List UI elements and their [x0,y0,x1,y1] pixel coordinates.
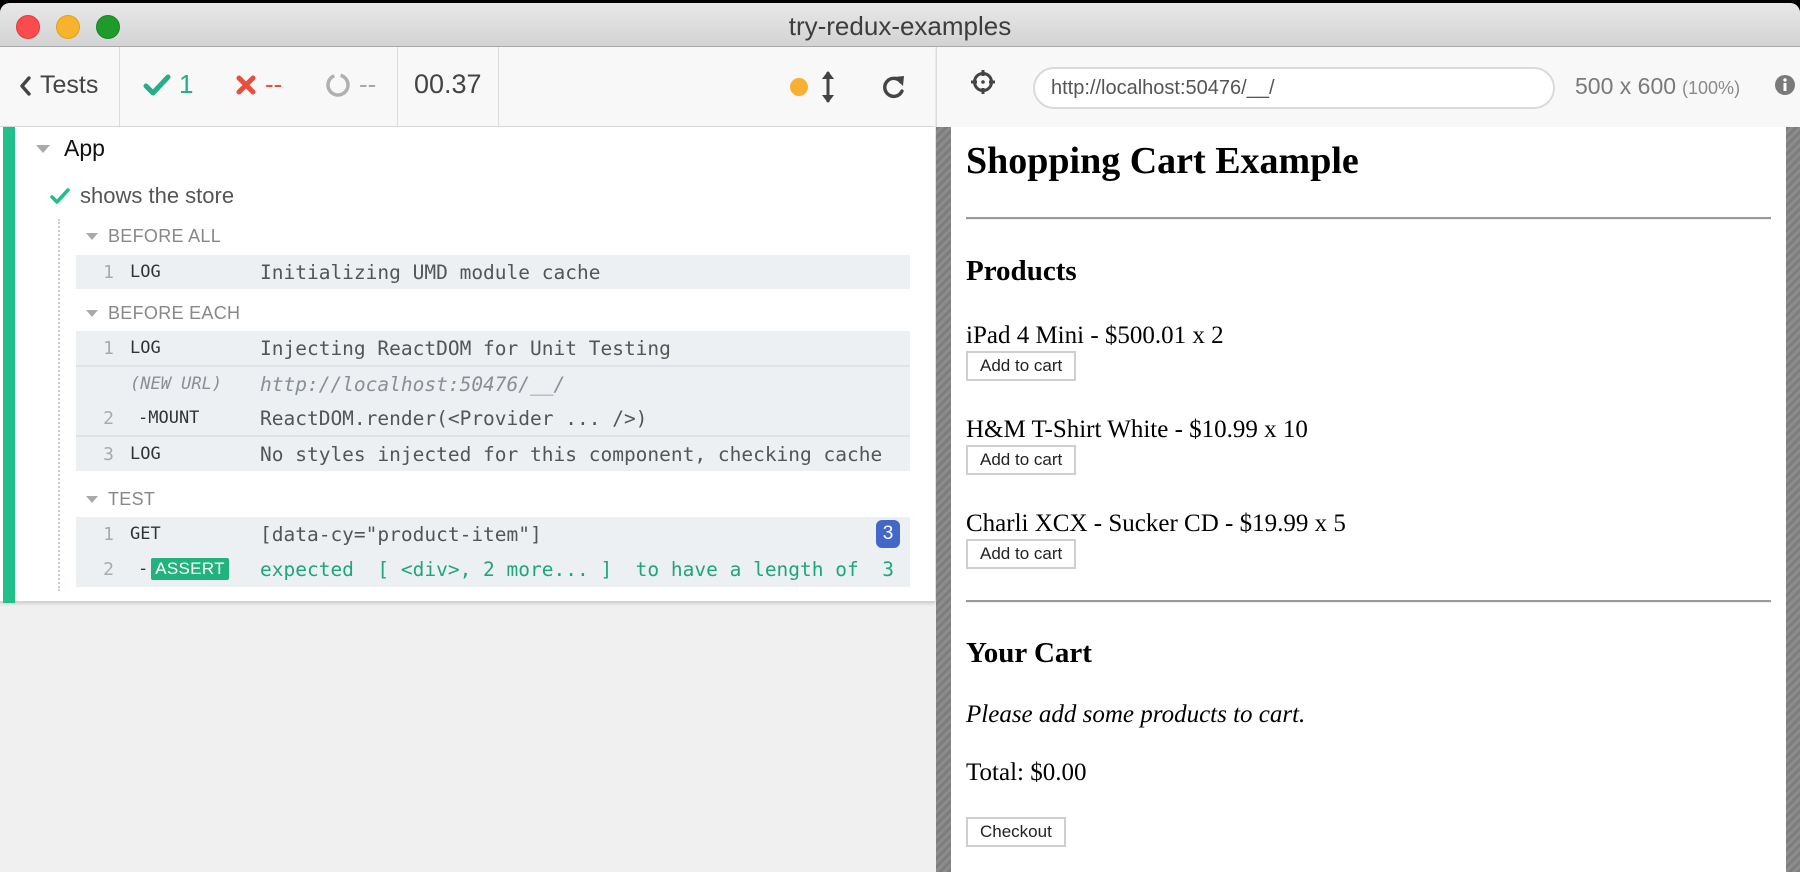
command-name: (NEW URL) [130,374,223,394]
passed-state-bar [3,127,15,603]
x-icon [236,75,256,94]
caret-down-icon [36,144,50,153]
command-row-assert[interactable]: 2 - ASSERT expected [ <div>, 2 more... ]… [76,551,910,587]
caret-down-icon [86,233,98,240]
product-item-label: Charli XCX - Sucker CD - $19.99 x 5 [966,510,1346,537]
product-item-label: iPad 4 Mini - $500.01 x 2 [966,322,1224,349]
suite-name: App [64,135,105,161]
command-message: http://localhost:50476/__/ [260,372,566,396]
command-name: LOG [130,262,161,282]
failed-stat: -- [235,69,282,100]
hook-before-all[interactable]: BEFORE ALL [86,226,221,247]
command-number: 1 [103,261,114,283]
duration: 00.37 [414,69,482,99]
suite-runnable: App shows the store BEFORE ALL 1 LOG Ini… [0,127,935,603]
command-name: - ASSERT [138,558,229,580]
add-to-cart-button[interactable]: Add to cart [966,351,1077,381]
product-item-label: H&M T-Shirt White - $10.99 x 10 [966,416,1308,443]
viewport-dimensions: 500 x 600 [1575,73,1677,99]
hook-title: TEST [108,489,156,509]
command-log: App shows the store BEFORE ALL 1 LOG Ini… [0,127,935,872]
passed-count: 1 [179,69,194,99]
command-number: 2 [103,407,114,429]
reload-icon[interactable] [880,72,908,102]
caret-down-icon [86,496,98,503]
app-window: try-redux-examples Tests 1 -- -- 00.37 h… [0,3,1800,872]
command-row[interactable]: 3 LOG No styles injected for this compon… [76,435,910,471]
element-count-badge: 3 [876,520,900,548]
command-row[interactable]: 1 LOG Injecting ReactDOM for Unit Testin… [76,331,910,365]
command-name: GET [130,524,161,544]
empty-cart-message: Please add some products to cart. [966,701,1306,728]
add-to-cart-button[interactable]: Add to cart [966,445,1077,475]
command-message: expected [ <div>, 2 more... ] to have a … [260,557,894,581]
hook-tree-line [58,219,60,591]
command-name: -MOUNT [138,408,200,428]
command-row-new-url[interactable]: (NEW URL) http://localhost:50476/__/ [76,365,910,401]
command-message: Initializing UMD module cache [260,260,601,284]
command-message: No styles injected for this component, c… [260,442,883,466]
passed-stat: 1 [143,69,193,100]
panel-resizer[interactable] [936,127,951,872]
toolbar-divider [498,47,499,127]
command-name: LOG [130,444,161,464]
viewport-scale: (100%) [1682,78,1741,98]
chevron-left-icon [20,75,31,96]
command-message: Injecting ReactDOM for Unit Testing [260,336,671,360]
reporter-header: Tests 1 -- -- 00.37 [0,47,935,127]
products-heading: Products [966,255,1077,287]
viewport-size: 500 x 600 (100%) [1575,73,1740,100]
selector-playground-crosshair-icon[interactable] [970,69,996,95]
aut-iframe: Shopping Cart Example Products iPad 4 Mi… [951,127,1786,872]
command-number: 3 [103,443,114,465]
command-number: 1 [103,337,114,359]
command-message: [data-cy="product-item"] [260,522,542,546]
command-row[interactable]: 1 GET [data-cy="product-item"] 3 [76,517,910,551]
cart-heading: Your Cart [966,637,1092,669]
tests-label: Tests [40,71,99,99]
info-icon[interactable] [1774,74,1796,96]
tests-back-button[interactable]: Tests [18,71,98,100]
caret-down-icon [86,310,98,317]
window-title: try-redux-examples [788,11,1012,41]
failed-count: -- [265,69,283,99]
hook-before-each[interactable]: BEFORE EACH [86,303,240,324]
checkout-button[interactable]: Checkout [966,817,1066,847]
test-title[interactable]: shows the store [50,183,234,209]
hook-test[interactable]: TEST [86,489,155,510]
command-message: ReactDOM.render(<Provider ... />) [260,406,648,430]
assert-badge: ASSERT [151,558,229,580]
divider [966,217,1771,220]
assert-prefix: - [138,559,149,579]
command-number: 2 [103,558,114,580]
aut-header: 500 x 600(100%) [936,47,1800,127]
url-input[interactable] [1033,67,1555,109]
cart-total: Total: $0.00 [966,759,1087,786]
divider [966,600,1771,603]
running-status-dot-icon [790,78,808,96]
command-row[interactable]: 2 -MOUNT ReactDOM.render(<Provider ... /… [76,401,910,435]
add-to-cart-button[interactable]: Add to cart [966,539,1077,569]
aut-frame-border [1786,127,1800,872]
pending-circle-icon [326,72,350,97]
pending-count: -- [359,69,377,99]
test-name: shows the store [80,183,235,208]
check-icon [143,74,171,95]
hook-title: BEFORE EACH [108,303,241,323]
command-row[interactable]: 1 LOG Initializing UMD module cache [76,255,910,289]
toolbar-divider [119,47,120,127]
pending-stat: -- [325,69,376,100]
check-icon [50,188,70,204]
toolbar-divider [397,47,398,127]
app-title: Shopping Cart Example [966,140,1359,182]
command-name: LOG [130,338,161,358]
hook-title: BEFORE ALL [108,226,222,246]
auto-scroll-arrows-icon[interactable] [821,69,835,105]
suite-title[interactable]: App [36,135,105,162]
command-number: 1 [103,523,114,545]
title-bar: try-redux-examples [0,3,1800,47]
